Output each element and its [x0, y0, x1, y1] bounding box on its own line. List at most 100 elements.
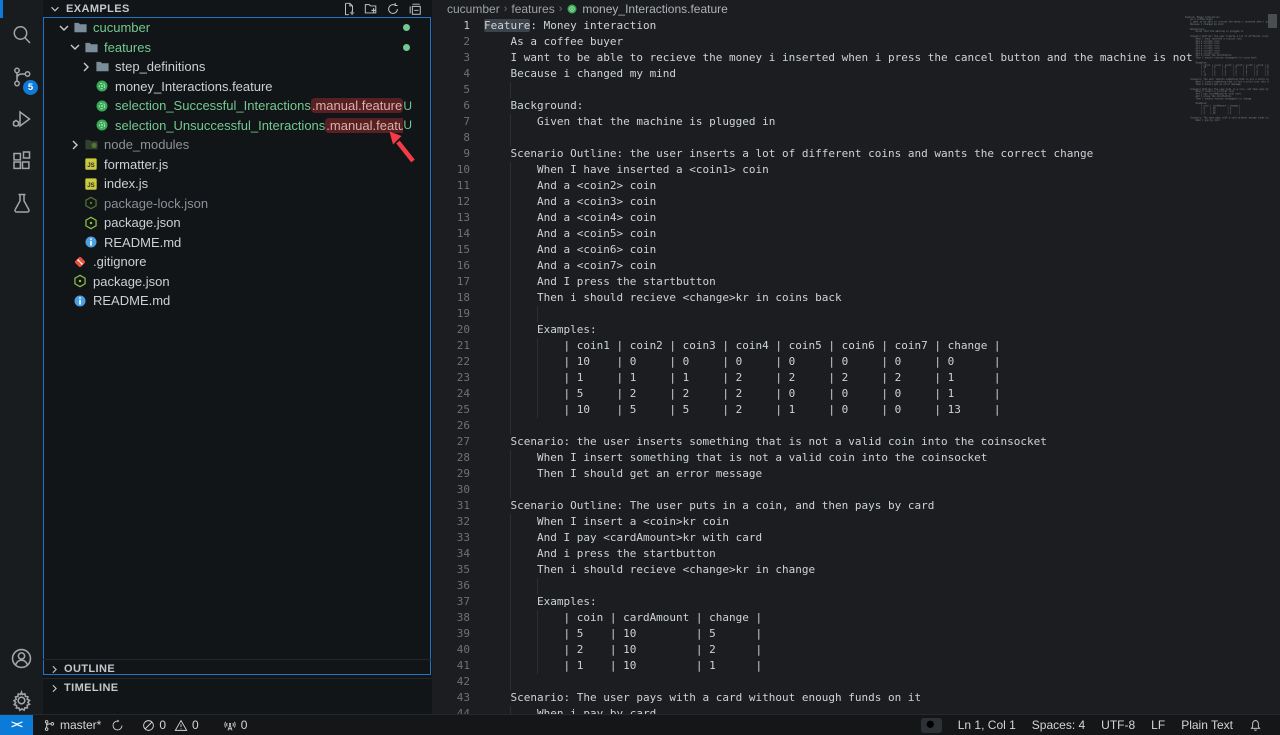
code-line[interactable]: 29 Then I should get an error message — [432, 466, 1280, 482]
code-line[interactable]: 9 Scenario Outline: the user inserts a l… — [432, 146, 1280, 162]
tree-item-selection-successful-interactions[interactable]: selection_Successful_Interactions.manual… — [44, 96, 430, 116]
code-line[interactable]: 3 I want to be able to recieve the money… — [432, 50, 1280, 66]
code-line[interactable]: 22 | 10 | 0 | 0 | 0 | 0 | 0 | 0 | 0 | — [432, 354, 1280, 370]
run-debug-icon[interactable] — [0, 99, 43, 139]
git-branch-item[interactable]: master* — [38, 715, 106, 735]
code-line[interactable]: 23 | 1 | 1 | 1 | 2 | 2 | 2 | 2 | 1 | — [432, 370, 1280, 386]
indent-guide — [510, 258, 511, 274]
chevron-down-icon[interactable] — [56, 20, 72, 36]
code-line[interactable]: 34 And i press the startbutton — [432, 546, 1280, 562]
code-line[interactable]: 32 When I insert a <coin>kr coin — [432, 514, 1280, 530]
chevron-right-icon[interactable] — [78, 59, 94, 75]
code-line[interactable]: 6 Background: — [432, 98, 1280, 114]
code-line[interactable]: 37 Examples: — [432, 594, 1280, 610]
code-line[interactable]: 19 — [432, 306, 1280, 322]
code-line[interactable]: 27 Scenario: the user inserts something … — [432, 434, 1280, 450]
eol-setting[interactable]: LF — [1143, 718, 1173, 732]
scrollbar-thumb[interactable] — [1268, 14, 1277, 28]
code-line[interactable]: 2 As a coffee buyer — [432, 34, 1280, 50]
code-line[interactable]: 38 | coin | cardAmount | change | — [432, 610, 1280, 626]
code-line[interactable]: 13 And a <coin4> coin — [432, 210, 1280, 226]
new-file-icon[interactable] — [342, 2, 356, 16]
tree-item-package-json[interactable]: package.json — [44, 213, 430, 233]
tree-item-cucumber[interactable]: cucumber — [44, 18, 430, 38]
code-line[interactable]: 5 — [432, 82, 1280, 98]
tree-item-node-modules[interactable]: node_modules — [44, 135, 430, 155]
code-line[interactable]: 43 Scenario: The user pays with a card w… — [432, 690, 1280, 706]
code-line[interactable]: 41 | 1 | 10 | 1 | — [432, 658, 1280, 674]
code-line[interactable]: 40 | 2 | 10 | 2 | — [432, 642, 1280, 658]
tree-item-step-definitions[interactable]: step_definitions — [44, 57, 430, 77]
screencast-zoom-button[interactable] — [921, 718, 942, 733]
minimap[interactable]: Feature: Money interaction As a coffee b… — [1185, 16, 1269, 676]
code-line[interactable]: 20 Examples: — [432, 322, 1280, 338]
encoding-setting[interactable]: UTF-8 — [1093, 718, 1143, 732]
outline-section-header[interactable]: OUTLINE — [43, 659, 432, 678]
outline-title: OUTLINE — [64, 663, 115, 675]
code-line[interactable]: 24 | 5 | 2 | 2 | 2 | 0 | 0 | 0 | 1 | — [432, 386, 1280, 402]
tree-item-features[interactable]: features — [44, 38, 430, 58]
code-line[interactable]: 21 | coin1 | coin2 | coin3 | coin4 | coi… — [432, 338, 1280, 354]
code-line[interactable]: 7 Given that the machine is plugged in — [432, 114, 1280, 130]
refresh-icon[interactable] — [386, 2, 400, 16]
accounts-icon[interactable] — [0, 638, 43, 678]
code-line[interactable]: 26 — [432, 418, 1280, 434]
code-line[interactable]: 28 When I insert something that is not a… — [432, 450, 1280, 466]
explorer-section-header[interactable]: EXAMPLES — [43, 0, 432, 17]
code-line[interactable]: 42 — [432, 674, 1280, 690]
filename-match-highlight: .manual.feature — [311, 98, 403, 113]
extensions-icon[interactable] — [0, 141, 43, 181]
code-line[interactable]: 25 | 10 | 5 | 5 | 2 | 1 | 0 | 0 | 13 | — [432, 402, 1280, 418]
code-line[interactable]: 31 Scenario Outline: The user puts in a … — [432, 498, 1280, 514]
tree-item-formatter-js[interactable]: JSformatter.js — [44, 155, 430, 175]
remote-indicator[interactable]: >< — [0, 715, 33, 735]
code-line[interactable]: 16 And a <coin7> coin — [432, 258, 1280, 274]
code-line[interactable]: 18 Then i should recieve <change>kr in c… — [432, 290, 1280, 306]
tree-item-readme-md[interactable]: README.md — [44, 233, 430, 253]
source-control-icon[interactable]: 5 — [0, 57, 43, 97]
tree-item-readme-md[interactable]: README.md — [44, 291, 430, 311]
cucumber-icon — [94, 117, 110, 133]
code-line[interactable]: 11 And a <coin2> coin — [432, 178, 1280, 194]
notifications-bell[interactable] — [1241, 719, 1270, 732]
chevron-right-icon[interactable] — [67, 137, 83, 153]
breadcrumb-file[interactable]: money_Interactions.feature — [566, 2, 727, 16]
code-line[interactable]: 14 And a <coin5> coin — [432, 226, 1280, 242]
sync-button[interactable] — [106, 715, 129, 735]
problems-item[interactable]: 0 0 — [137, 715, 203, 735]
new-folder-icon[interactable] — [364, 2, 378, 16]
breadcrumb-folder[interactable]: cucumber — [447, 2, 500, 16]
tree-item-package-json[interactable]: package.json — [44, 272, 430, 292]
tree-item-index-js[interactable]: JSindex.js — [44, 174, 430, 194]
code-line[interactable]: 17 And I press the startbutton — [432, 274, 1280, 290]
code-text: Then I should get an error message — [484, 466, 762, 482]
chevron-down-icon[interactable] — [67, 39, 83, 55]
code-line[interactable]: 39 | 5 | 10 | 5 | — [432, 626, 1280, 642]
code-line[interactable]: 36 — [432, 578, 1280, 594]
collapse-all-icon[interactable] — [408, 2, 422, 16]
breadcrumb-folder[interactable]: features — [511, 2, 554, 16]
code-line[interactable]: 15 And a <coin6> coin — [432, 242, 1280, 258]
code-line[interactable]: 30 — [432, 482, 1280, 498]
ports-item[interactable]: 0 — [218, 715, 253, 735]
code-line[interactable]: 44 When i pay by card — [432, 706, 1280, 714]
tree-item--gitignore[interactable]: .gitignore — [44, 252, 430, 272]
search-icon[interactable] — [0, 15, 43, 55]
code-line[interactable]: 4 Because i changed my mind — [432, 66, 1280, 82]
tree-item-package-lock-json[interactable]: package-lock.json — [44, 194, 430, 214]
timeline-section-header[interactable]: TIMELINE — [43, 678, 432, 697]
code-line[interactable]: 12 And a <coin3> coin — [432, 194, 1280, 210]
tree-item-selection-unsuccessful-interactions[interactable]: selection_Unsuccessful_Interactions.manu… — [44, 116, 430, 136]
language-mode[interactable]: Plain Text — [1173, 718, 1241, 732]
chevron-right-icon — [48, 682, 61, 695]
testing-icon[interactable] — [0, 183, 43, 223]
code-line[interactable]: 35 Then i should recieve <change>kr in c… — [432, 562, 1280, 578]
code-line[interactable]: 1Feature: Money interaction — [432, 18, 1280, 34]
tree-item-money-interactions-feature[interactable]: money_Interactions.feature — [44, 77, 430, 97]
indentation-setting[interactable]: Spaces: 4 — [1024, 718, 1093, 732]
cursor-position[interactable]: Ln 1, Col 1 — [950, 718, 1024, 732]
code-line[interactable]: 10 When I have inserted a <coin1> coin — [432, 162, 1280, 178]
indent-guide — [510, 642, 511, 658]
code-line[interactable]: 8 — [432, 130, 1280, 146]
code-line[interactable]: 33 And I pay <cardAmount>kr with card — [432, 530, 1280, 546]
